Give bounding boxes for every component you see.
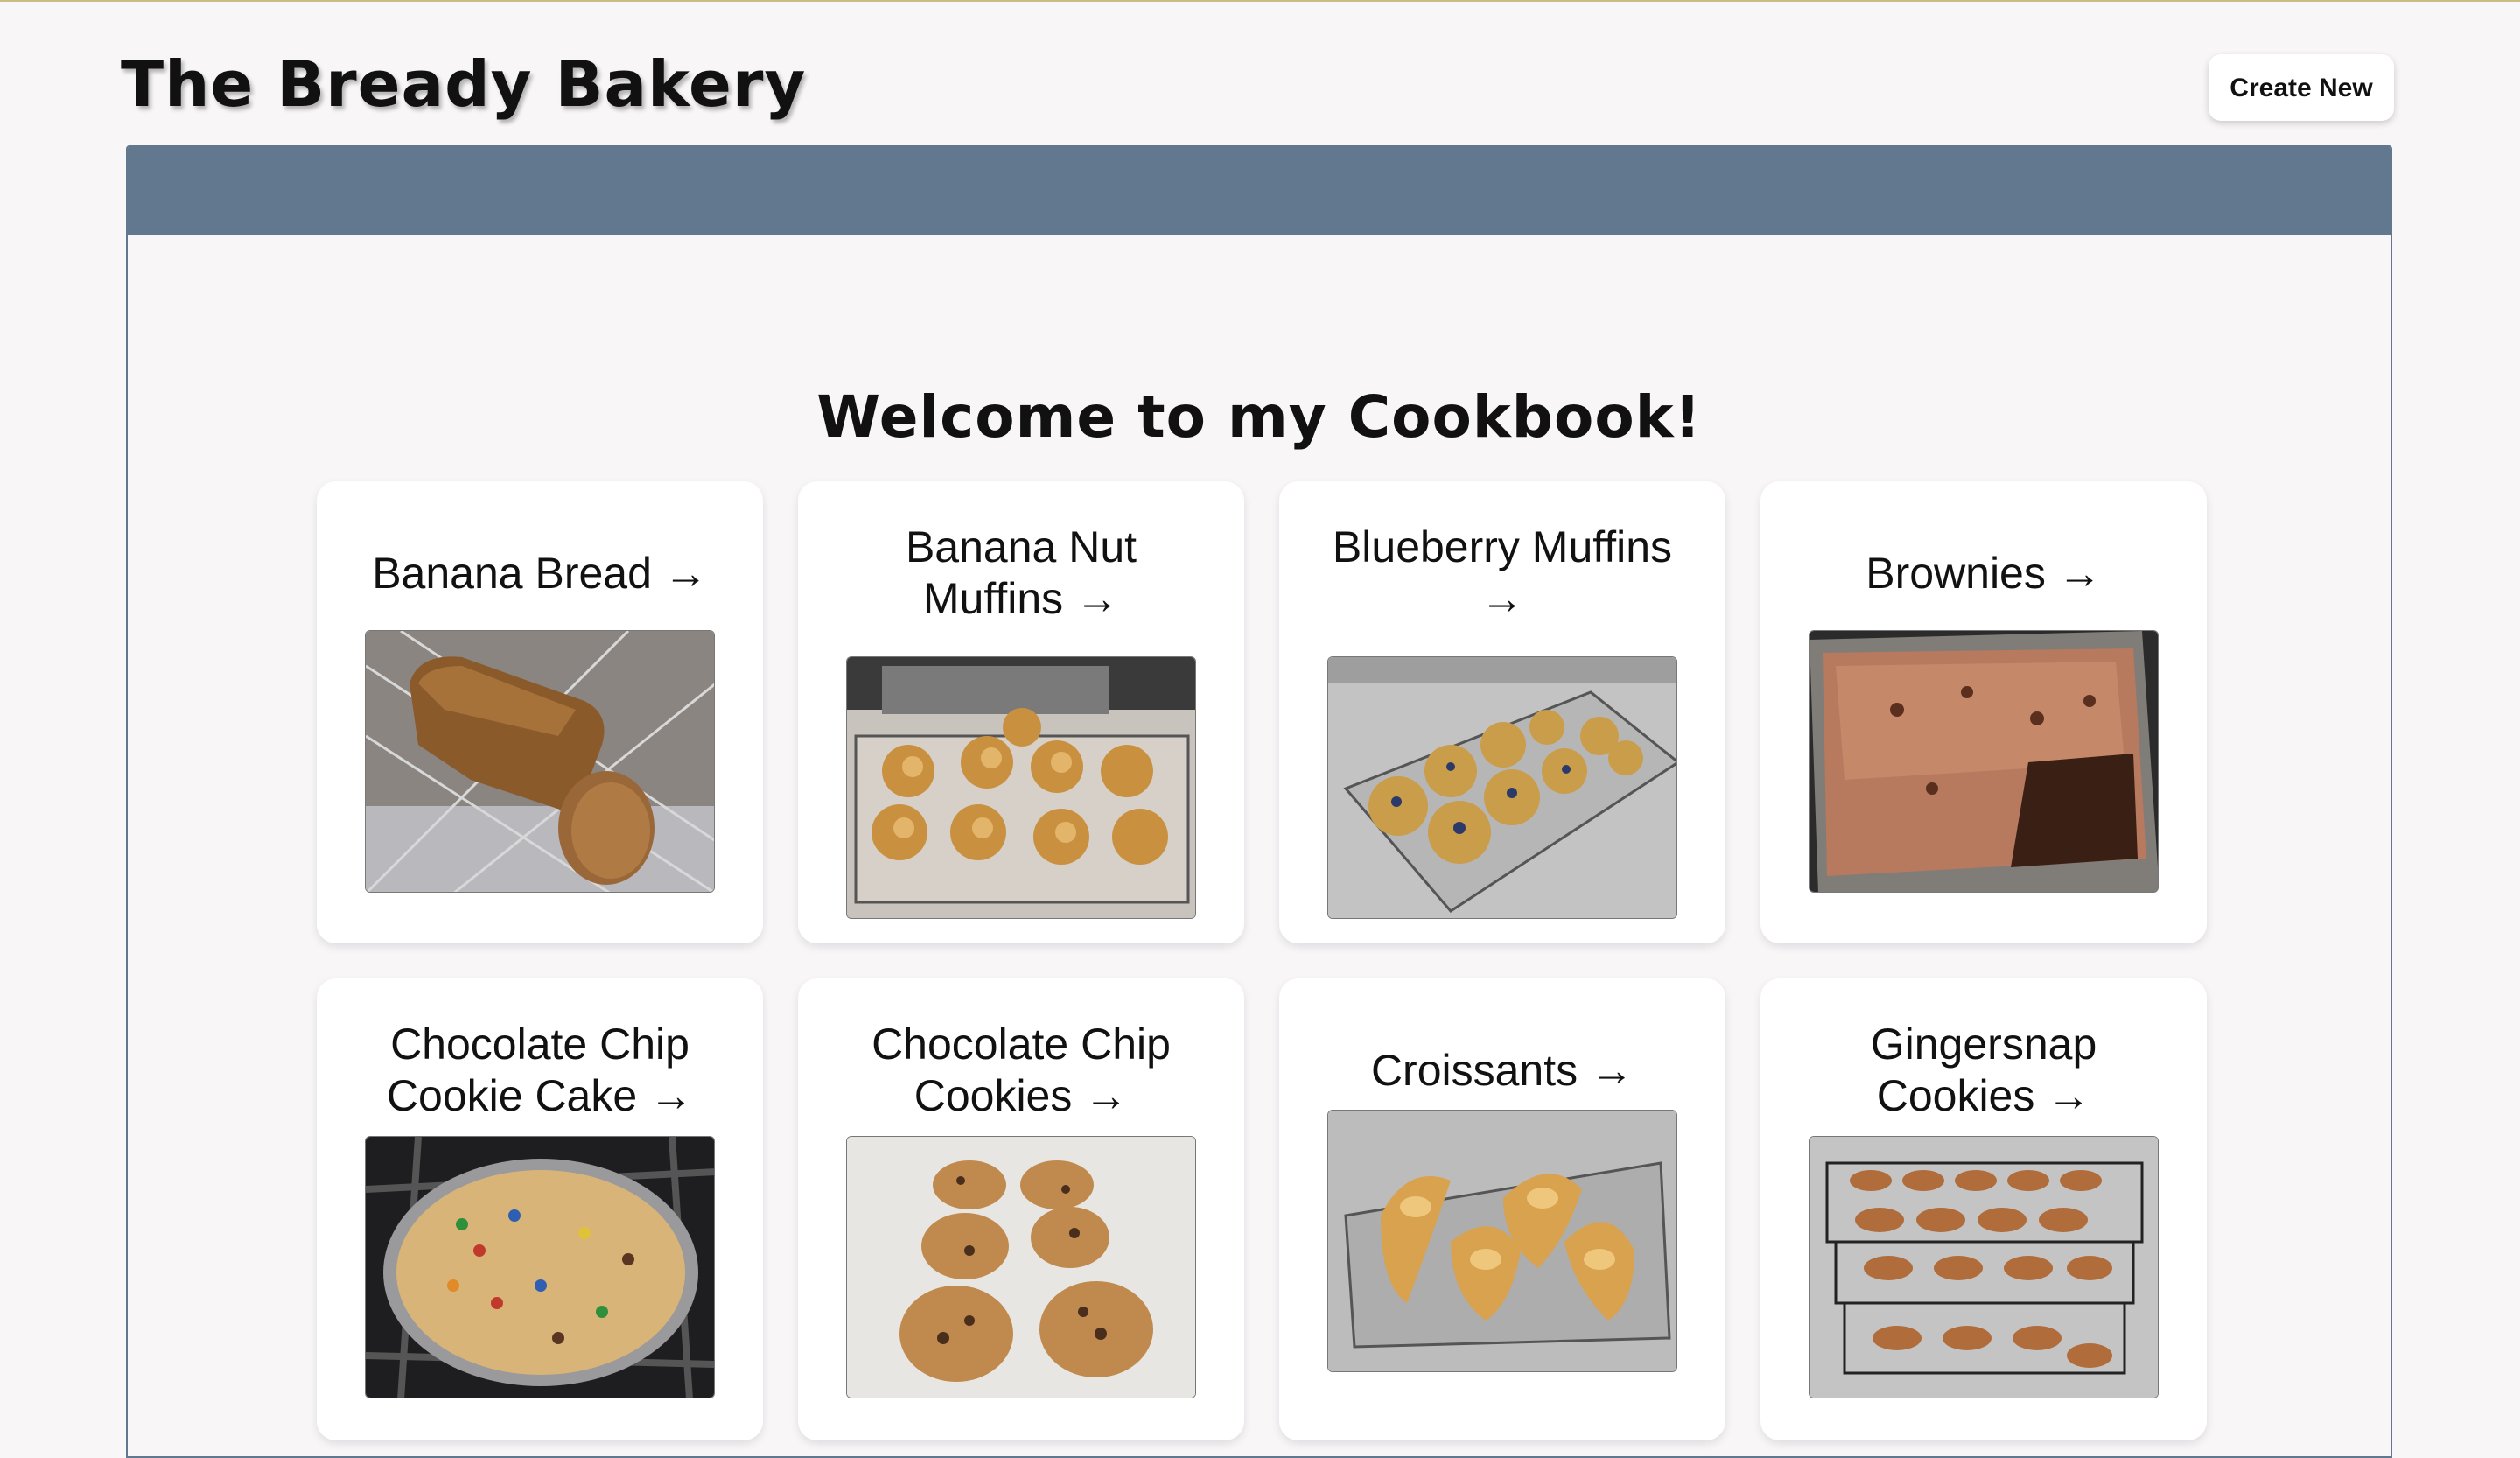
recipe-card-title[interactable]: Brownies → <box>1796 548 2172 599</box>
blueberry-muffins-photo <box>1327 656 1677 919</box>
recipe-card-title[interactable]: Croissants → <box>1314 1045 1690 1097</box>
banana-bread-photo <box>365 630 715 893</box>
site-title: The Bready Bakery <box>121 47 807 121</box>
recipe-title-text: Banana Bread <box>372 548 652 598</box>
recipe-card-title-wrap: Gingersnap Cookies → <box>1760 1013 2207 1127</box>
arrow-right-icon: → <box>2047 1071 2091 1120</box>
recipe-card-title[interactable]: Banana Nut Muffins → <box>833 522 1209 625</box>
cookie-cake-photo <box>365 1136 715 1398</box>
recipe-title-text: Croissants <box>1370 1045 1578 1095</box>
recipe-card-banana-nut-muffins[interactable]: Banana Nut Muffins → <box>798 481 1244 943</box>
recipe-card-croissants[interactable]: Croissants → <box>1279 978 1726 1440</box>
recipe-card-blueberry-muffins[interactable]: Blueberry Muffins → <box>1279 481 1726 943</box>
banana-nut-muffins-photo <box>846 656 1196 919</box>
create-new-button[interactable]: Create New <box>2208 54 2394 121</box>
recipe-card-chocolate-chip-cookies[interactable]: Chocolate Chip Cookies → <box>798 978 1244 1440</box>
cookbook-panel: Welcome to my Cookbook! Banana Bread → B… <box>126 145 2392 1458</box>
recipe-card-title[interactable]: Gingersnap Cookies → <box>1796 1019 2172 1122</box>
arrow-right-icon: → <box>663 548 708 598</box>
recipe-card-brownies[interactable]: Brownies → <box>1760 481 2207 943</box>
gingersnap-cookies-photo <box>1809 1136 2159 1398</box>
croissants-photo <box>1327 1110 1677 1372</box>
chocolate-chip-cookies-photo <box>846 1136 1196 1398</box>
arrow-right-icon: → <box>1590 1045 1634 1095</box>
recipe-card-title-wrap: Blueberry Muffins → <box>1279 516 1726 630</box>
recipe-card-title-wrap: Chocolate Chip Cookies → <box>798 1013 1244 1127</box>
recipe-card-title-wrap: Banana Bread → <box>317 516 763 630</box>
brownies-photo <box>1809 630 2159 893</box>
recipe-card-title[interactable]: Chocolate Chip Cookies → <box>833 1019 1209 1122</box>
recipe-card-title[interactable]: Chocolate Chip Cookie Cake → <box>352 1019 728 1122</box>
recipe-card-title[interactable]: Banana Bread → <box>352 548 728 599</box>
arrow-right-icon: → <box>1075 574 1120 623</box>
arrow-right-icon: → <box>1084 1071 1129 1120</box>
recipe-title-text: Brownies <box>1866 548 2046 598</box>
recipe-title-text: Chocolate Chip Cookie Cake <box>386 1020 690 1120</box>
panel-header-band <box>128 147 2390 235</box>
recipe-card-gingersnap-cookies[interactable]: Gingersnap Cookies → <box>1760 978 2207 1440</box>
recipe-card-title-wrap: Brownies → <box>1760 516 2207 630</box>
arrow-right-icon: → <box>1480 574 1524 623</box>
recipe-card-title-wrap: Banana Nut Muffins → <box>798 516 1244 630</box>
recipe-title-text: Blueberry Muffins <box>1332 522 1673 571</box>
recipe-card-banana-bread[interactable]: Banana Bread → <box>317 481 763 943</box>
recipe-card-cookie-cake[interactable]: Chocolate Chip Cookie Cake → <box>317 978 763 1440</box>
arrow-right-icon: → <box>2057 548 2102 598</box>
recipe-card-title[interactable]: Blueberry Muffins → <box>1314 522 1690 625</box>
recipe-card-title-wrap: Chocolate Chip Cookie Cake → <box>317 1013 763 1127</box>
top-accent-line <box>0 0 2520 2</box>
arrow-right-icon: → <box>649 1071 694 1120</box>
